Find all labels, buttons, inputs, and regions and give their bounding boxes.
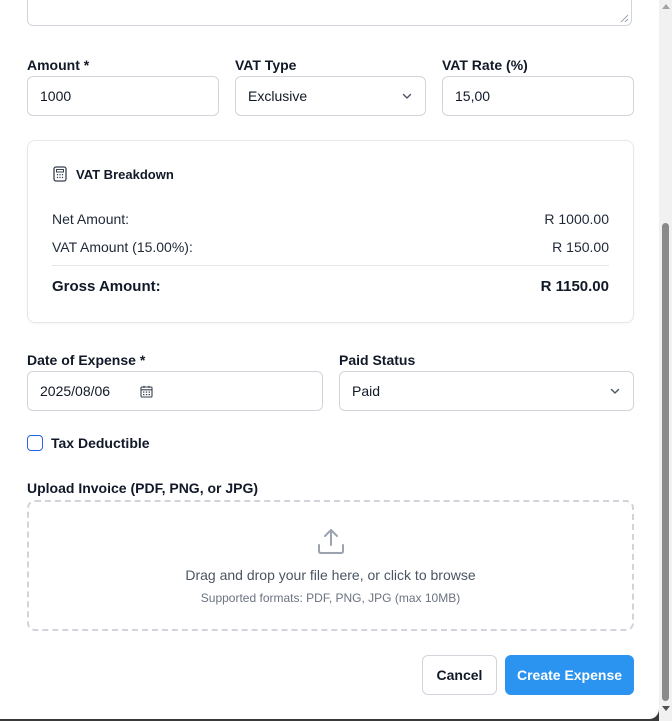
vat-rate-value: 15,00 [455, 88, 491, 104]
resize-grip-icon[interactable] [620, 14, 629, 23]
vat-type-label: VAT Type [235, 57, 297, 73]
paid-status-select[interactable]: Paid [339, 371, 634, 411]
dropzone-instructions: Drag and drop your file here, or click t… [185, 567, 476, 583]
net-amount-row: Net Amount: R 1000.00 [52, 211, 609, 227]
paid-status-value: Paid [352, 383, 381, 399]
calculator-icon [53, 166, 67, 182]
paid-status-label: Paid Status [339, 352, 416, 368]
vat-amount-value: R 150.00 [552, 239, 609, 255]
amount-label: Amount * [27, 57, 90, 73]
gross-amount-row: Gross Amount: R 1150.00 [52, 278, 609, 295]
upload-icon [318, 529, 344, 554]
chevron-down-icon [610, 388, 620, 394]
vat-breakdown-title: VAT Breakdown [76, 167, 174, 182]
cancel-button[interactable]: Cancel [422, 655, 497, 695]
vat-amount-row: VAT Amount (15.00%): R 150.00 [52, 239, 609, 255]
create-expense-modal: Amount * 1000 VAT Type Exclusive VAT Rat… [0, 0, 659, 719]
vat-rate-input[interactable]: 15,00 [442, 76, 634, 116]
tax-deductible-label[interactable]: Tax Deductible [51, 435, 150, 451]
dropzone-formats: Supported formats: PDF, PNG, JPG (max 10… [200, 591, 461, 605]
gross-amount-label: Gross Amount: [52, 278, 161, 295]
create-expense-button[interactable]: Create Expense [505, 655, 634, 695]
scroll-down-arrow-icon[interactable] [662, 706, 670, 711]
date-value: 2025/08/06 [40, 383, 111, 399]
net-amount-value: R 1000.00 [544, 211, 609, 227]
net-amount-label: Net Amount: [52, 211, 130, 227]
scrollbar-thumb[interactable] [662, 223, 669, 701]
vat-amount-label: VAT Amount (15.00%): [52, 239, 193, 255]
calendar-icon[interactable] [140, 385, 153, 398]
tax-deductible-checkbox[interactable] [27, 435, 43, 451]
amount-input[interactable]: 1000 [27, 76, 219, 116]
scrollbar[interactable] [659, 0, 672, 721]
vat-type-select[interactable]: Exclusive [235, 76, 426, 116]
file-dropzone[interactable] [27, 500, 634, 631]
date-label: Date of Expense * [27, 352, 146, 368]
description-textarea[interactable] [27, 0, 632, 26]
amount-value: 1000 [40, 88, 72, 104]
gross-amount-value: R 1150.00 [540, 278, 609, 295]
date-input[interactable]: 2025/08/06 [27, 371, 323, 411]
vat-rate-label: VAT Rate (%) [442, 57, 528, 73]
scroll-up-arrow-icon[interactable] [662, 4, 670, 9]
breakdown-divider [52, 265, 609, 266]
upload-invoice-label: Upload Invoice (PDF, PNG, or JPG) [27, 480, 259, 496]
chevron-down-icon [402, 93, 412, 99]
vat-type-value: Exclusive [248, 88, 308, 104]
